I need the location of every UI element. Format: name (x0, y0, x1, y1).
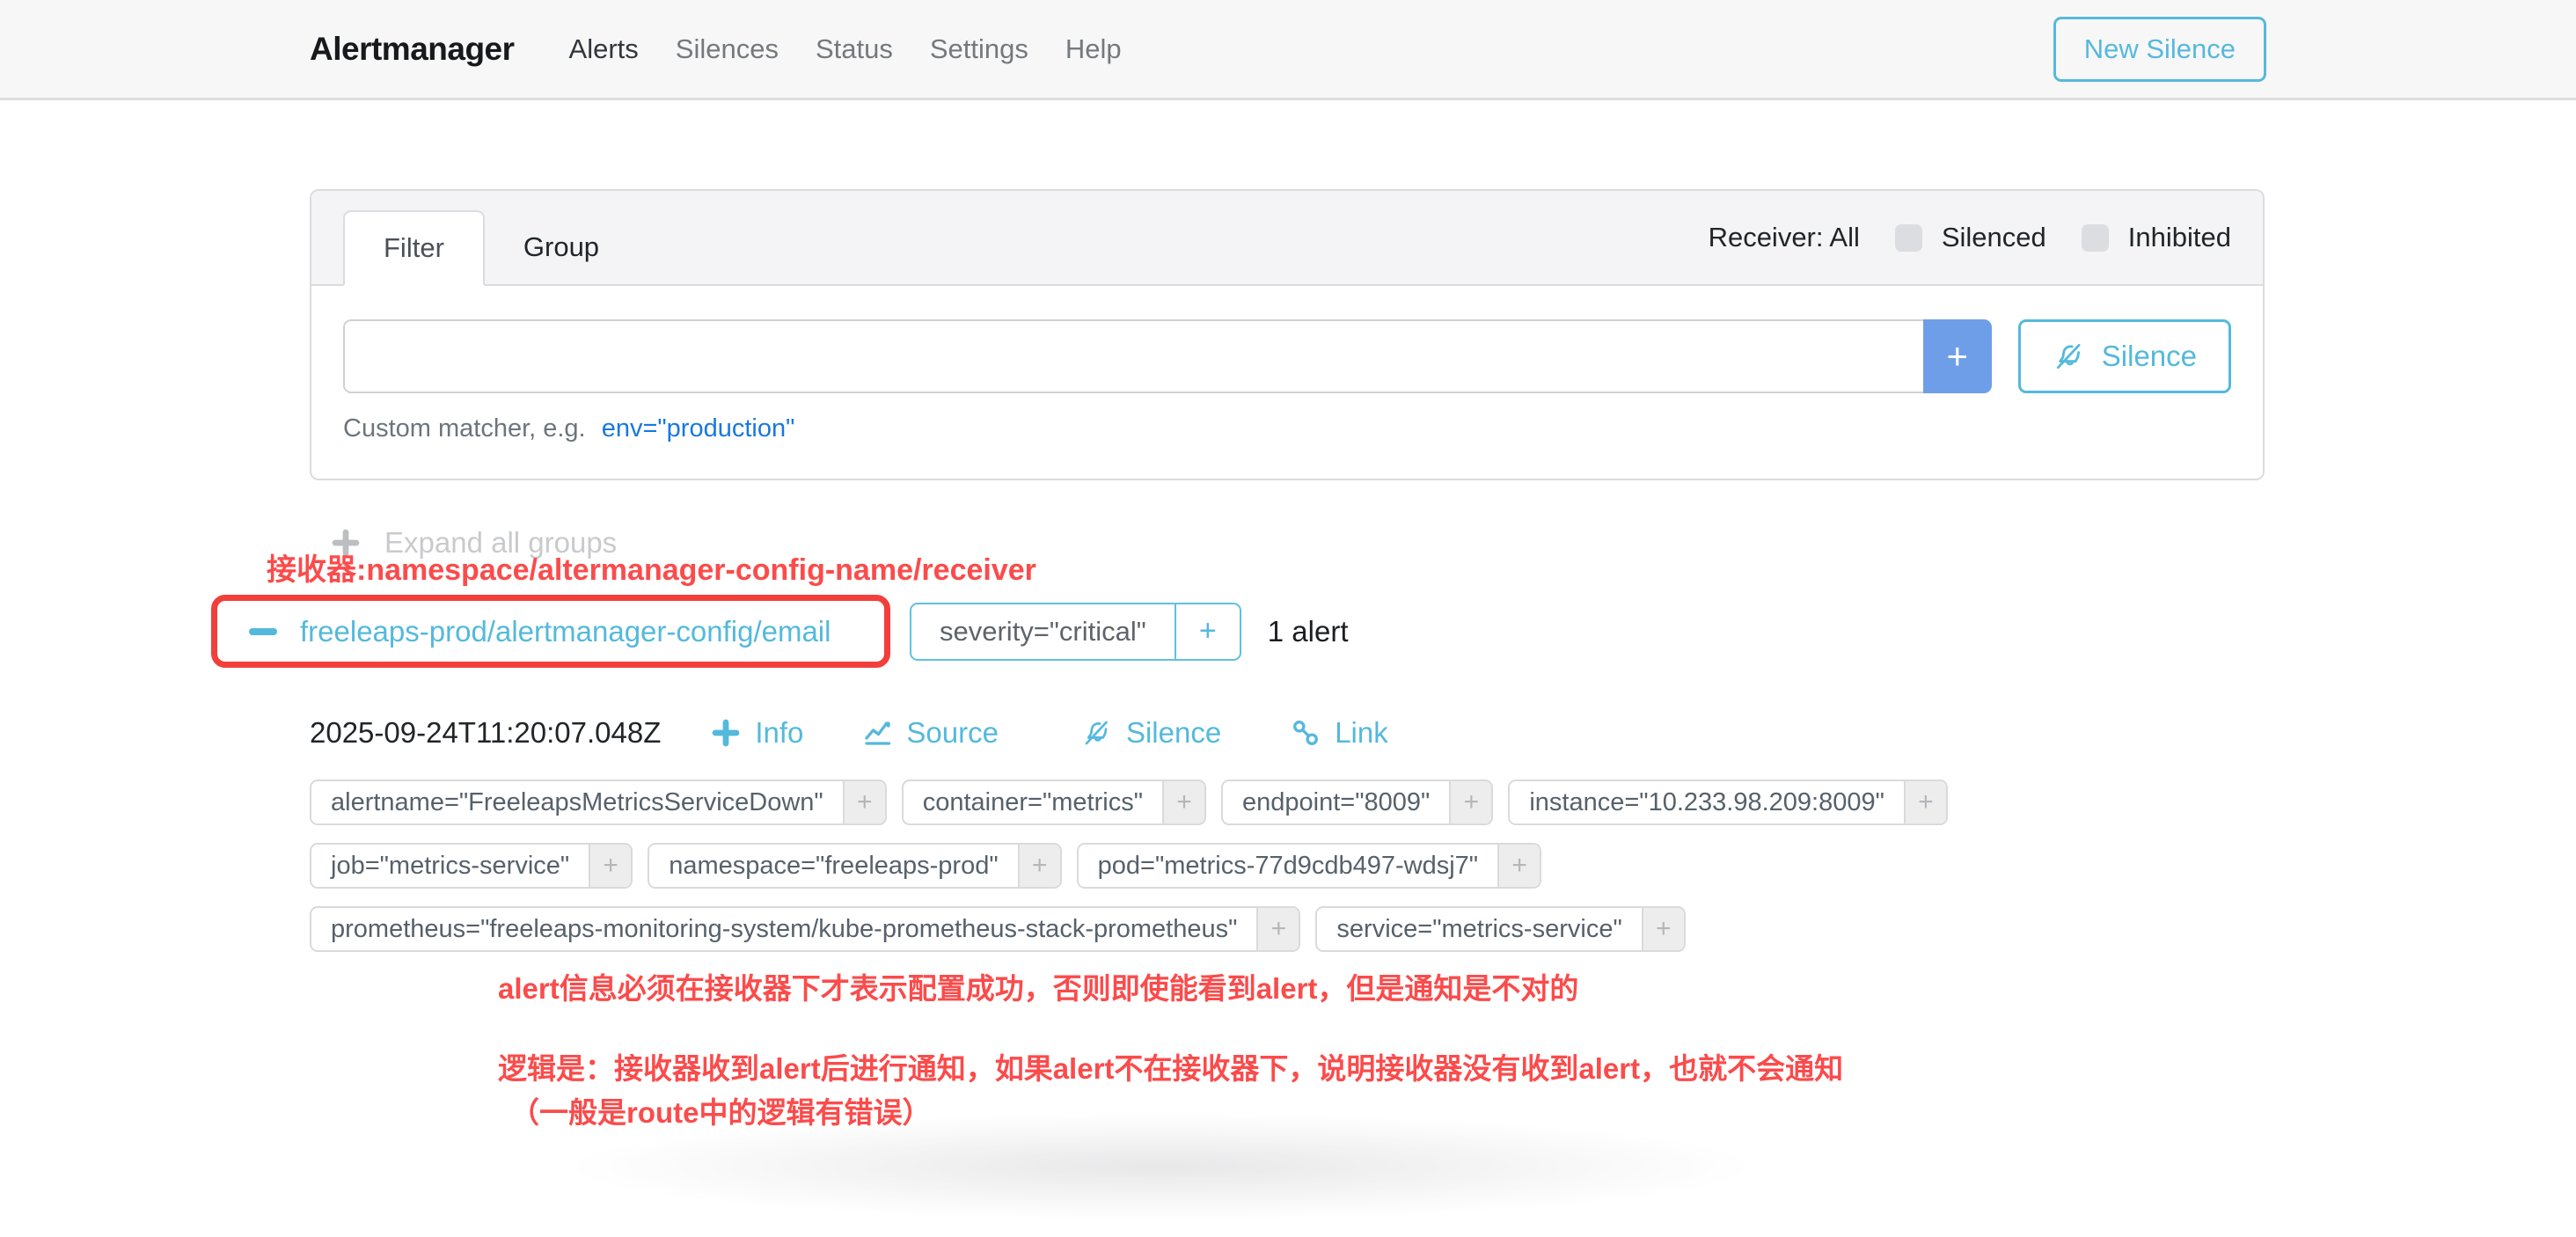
label-instance: instance="10.233.98.209:8009" + (1508, 780, 1948, 825)
main-nav: Alerts Silences Status Settings Help (569, 33, 1122, 65)
label-text[interactable]: namespace="freeleaps-prod" (649, 845, 1017, 887)
nav-item-silences[interactable]: Silences (676, 33, 779, 65)
label-add-button[interactable]: + (1018, 845, 1060, 887)
label-add-button[interactable]: + (589, 845, 631, 887)
label-pod: pod="metrics-77d9cdb497-wdsj7" + (1077, 843, 1541, 889)
inhibited-toggle[interactable]: Inhibited (2082, 222, 2231, 253)
receiver-group-row: freeleaps-prod/alertmanager-config/email… (211, 595, 1348, 668)
alert-silence-label: Silence (1126, 716, 1221, 750)
label-text[interactable]: alertname="FreeleapsMetricsServiceDown" (311, 781, 843, 823)
label-add-button[interactable]: + (1497, 845, 1540, 887)
label-text[interactable]: pod="metrics-77d9cdb497-wdsj7" (1079, 845, 1497, 887)
severity-matcher-button[interactable]: severity="critical" (911, 604, 1175, 659)
label-text[interactable]: endpoint="8009" (1223, 781, 1449, 823)
alert-meta-row: 2025-09-24T11:20:07.048Z Info Source Sil… (310, 716, 1388, 750)
silenced-checkbox[interactable] (1895, 224, 1922, 252)
label-namespace: namespace="freeleaps-prod" + (648, 843, 1061, 889)
filter-card-body: + Silence Custom matcher, e.g. env="prod… (311, 286, 2263, 479)
nav-item-status[interactable]: Status (816, 33, 893, 65)
label-alertname: alertname="FreeleapsMetricsServiceDown" … (310, 780, 887, 825)
label-job: job="metrics-service" + (310, 843, 633, 889)
alert-info-label: Info (755, 716, 803, 750)
silence-filter-label: Silence (2102, 340, 2197, 373)
inhibited-checkbox[interactable] (2082, 224, 2109, 252)
alert-silence-button[interactable]: Silence (1081, 716, 1221, 750)
nav-item-alerts[interactable]: Alerts (569, 33, 639, 65)
top-navbar: Alertmanager Alerts Silences Status Sett… (0, 0, 2576, 100)
alert-info-button[interactable]: Info (710, 716, 803, 750)
annotation-line-2: 逻辑是：接收器收到alert后进行通知，如果alert不在接收器下，说明接收器没… (498, 1047, 1843, 1091)
label-container: container="metrics" + (902, 780, 1206, 825)
alert-timestamp: 2025-09-24T11:20:07.048Z (310, 716, 661, 750)
matcher-helper: Custom matcher, e.g. env="production" (343, 414, 2231, 443)
filter-tabs: Filter Group (343, 210, 638, 284)
new-silence-button[interactable]: New Silence (2053, 17, 2266, 82)
helper-prefix: Custom matcher, e.g. (343, 414, 586, 443)
helper-example-link[interactable]: env="production" (602, 414, 795, 443)
alert-labels: alertname="FreeleapsMetricsServiceDown" … (310, 780, 1948, 970)
label-add-button[interactable]: + (843, 781, 885, 823)
chart-icon (861, 717, 893, 749)
matcher-input-group: + (343, 319, 1992, 393)
alert-permalink[interactable]: Link (1290, 716, 1388, 750)
silence-filter-button[interactable]: Silence (2018, 319, 2231, 393)
red-highlight-box: freeleaps-prod/alertmanager-config/email (211, 595, 890, 668)
app-brand: Alertmanager (310, 31, 515, 68)
receiver-annotation-text: 接收器:namespace/altermanager-config-name/r… (267, 545, 1036, 589)
matcher-row: + Silence (343, 319, 2231, 393)
filter-card-header: Filter Group Receiver: All Silenced Inhi… (311, 191, 2263, 286)
nav-item-settings[interactable]: Settings (930, 33, 1028, 65)
silenced-label: Silenced (1942, 222, 2046, 253)
silenced-toggle[interactable]: Silenced (1895, 222, 2046, 253)
severity-add-button[interactable]: + (1175, 604, 1240, 659)
navbar-inner: Alertmanager Alerts Silences Status Sett… (310, 0, 2266, 98)
tab-group[interactable]: Group (485, 210, 638, 284)
plus-icon (710, 717, 742, 749)
receiver-group-name: freeleaps-prod/alertmanager-config/email (300, 615, 831, 648)
label-add-button[interactable]: + (1642, 908, 1684, 950)
alert-count: 1 alert (1268, 615, 1349, 648)
minus-icon (249, 628, 277, 635)
annotation-line-1: alert信息必须在接收器下才表示配置成功，否则即使能看到alert，但是通知是… (498, 965, 1578, 1007)
filter-card: Filter Group Receiver: All Silenced Inhi… (310, 189, 2265, 480)
receiver-dropdown[interactable]: Receiver: All (1709, 222, 1860, 253)
label-text[interactable]: prometheus="freeleaps-monitoring-system/… (311, 908, 1256, 950)
annotation-line-3: （一般是route中的逻辑有错误） (498, 1091, 1843, 1135)
label-add-button[interactable]: + (1904, 781, 1946, 823)
label-add-button[interactable]: + (1256, 908, 1299, 950)
matcher-input[interactable] (343, 319, 1923, 393)
label-text[interactable]: instance="10.233.98.209:8009" (1510, 781, 1904, 823)
link-icon (1290, 717, 1321, 749)
annotation-block-2: 逻辑是：接收器收到alert后进行通知，如果alert不在接收器下，说明接收器没… (498, 1047, 1843, 1135)
label-add-button[interactable]: + (1449, 781, 1491, 823)
label-text[interactable]: service="metrics-service" (1317, 908, 1641, 950)
filter-header-right: Receiver: All Silenced Inhibited (1709, 222, 2231, 253)
labels-row-2: job="metrics-service" + namespace="freel… (310, 843, 1948, 889)
labels-row-1: alertname="FreeleapsMetricsServiceDown" … (310, 780, 1948, 825)
alert-source-link[interactable]: Source (861, 716, 999, 750)
label-text[interactable]: job="metrics-service" (311, 845, 589, 887)
severity-matcher-group: severity="critical" + (910, 603, 1241, 661)
inhibited-label: Inhibited (2128, 222, 2231, 253)
label-service: service="metrics-service" + (1315, 906, 1685, 952)
label-text[interactable]: container="metrics" (904, 781, 1162, 823)
receiver-group-link[interactable]: freeleaps-prod/alertmanager-config/email (249, 615, 831, 648)
nav-item-help[interactable]: Help (1065, 33, 1122, 65)
add-matcher-button[interactable]: + (1923, 319, 1992, 393)
alert-link-label: Link (1335, 716, 1388, 750)
label-prometheus: prometheus="freeleaps-monitoring-system/… (310, 906, 1300, 952)
label-endpoint: endpoint="8009" + (1221, 780, 1493, 825)
label-add-button[interactable]: + (1162, 781, 1204, 823)
bell-slash-icon (2053, 340, 2086, 373)
labels-row-3: prometheus="freeleaps-monitoring-system/… (310, 906, 1948, 952)
tab-filter[interactable]: Filter (343, 210, 485, 286)
alert-source-label: Source (906, 716, 999, 750)
bell-slash-icon (1081, 717, 1113, 749)
